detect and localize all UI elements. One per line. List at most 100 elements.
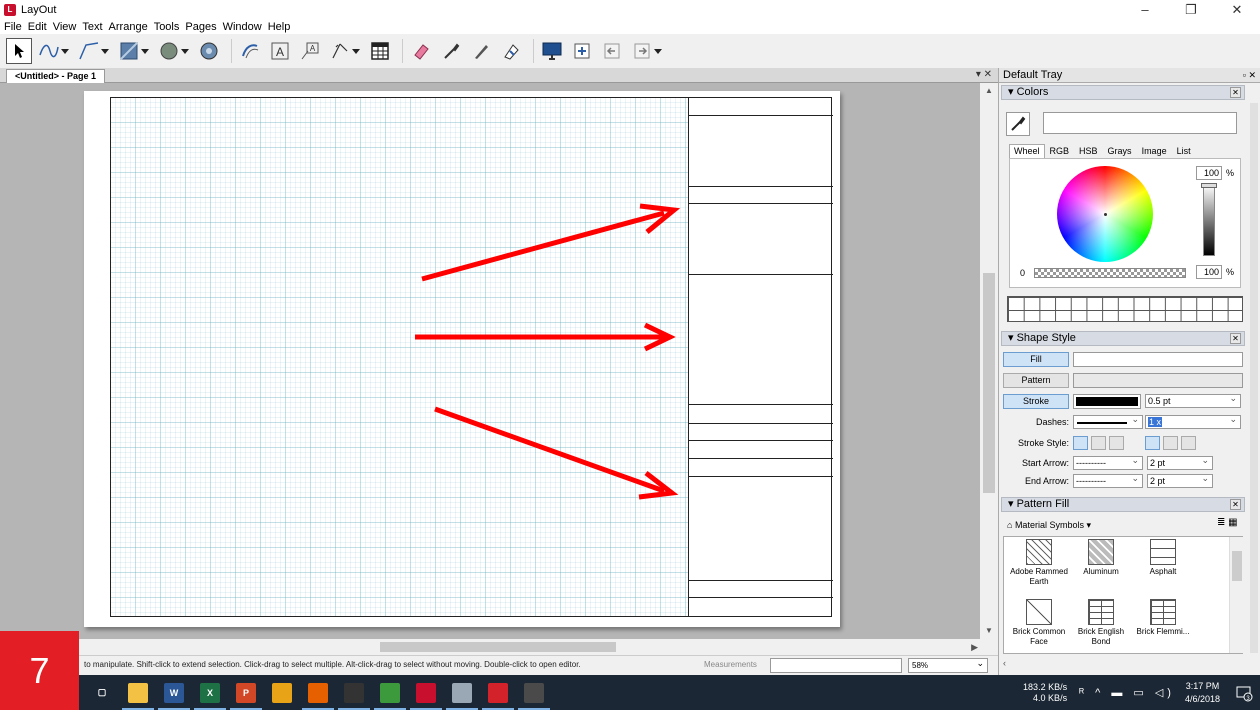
- tab-grays[interactable]: Grays: [1103, 144, 1137, 158]
- pattern-toggle-button[interactable]: Pattern: [1003, 373, 1069, 388]
- end-arrow-size-select[interactable]: 2 pt: [1147, 472, 1213, 488]
- layout-icon[interactable]: [410, 682, 442, 710]
- menu-edit[interactable]: Edit: [28, 21, 47, 33]
- notification-center-icon[interactable]: 3: [1234, 683, 1254, 703]
- select-tool-button[interactable]: [6, 38, 32, 64]
- close-icon[interactable]: ✕: [1230, 333, 1241, 344]
- label-tool-button[interactable]: A: [297, 38, 323, 64]
- round-join-button[interactable]: [1091, 436, 1106, 450]
- miter-join-button[interactable]: [1073, 436, 1088, 450]
- task-view-icon[interactable]: ▢: [92, 682, 112, 703]
- brightness-slider-knob[interactable]: [1201, 183, 1217, 188]
- minimize-button[interactable]: –: [1122, 0, 1168, 19]
- maximize-button[interactable]: ❐: [1168, 0, 1214, 19]
- tab-hsb[interactable]: HSB: [1074, 144, 1103, 158]
- shape-style-panel-header[interactable]: ▾ Shape Style ✕: [1001, 331, 1245, 346]
- measurements-input[interactable]: [770, 658, 902, 673]
- app-char-icon[interactable]: [518, 682, 550, 710]
- color-eyedropper-button[interactable]: [1006, 112, 1030, 136]
- tab-list[interactable]: List: [1172, 144, 1196, 158]
- pattern-scroll-thumb[interactable]: [1232, 551, 1242, 581]
- clock[interactable]: 3:17 PM 4/6/2018: [1185, 680, 1220, 706]
- word-icon[interactable]: W: [158, 682, 190, 710]
- stroke-width-select[interactable]: 0.5 pt: [1145, 392, 1241, 408]
- excel-icon[interactable]: X: [194, 682, 226, 710]
- pattern-item[interactable]: Aluminum: [1070, 539, 1132, 577]
- presentation-button[interactable]: [539, 38, 565, 64]
- rectangle-tool-button[interactable]: [116, 38, 149, 64]
- pattern-item[interactable]: Brick English Bond: [1070, 599, 1132, 647]
- color-wheel-marker[interactable]: [1104, 213, 1107, 216]
- fill-toggle-button[interactable]: Fill: [1003, 352, 1069, 367]
- style-tool-button[interactable]: [438, 38, 464, 64]
- start-arrow-style-select[interactable]: ----------: [1073, 454, 1143, 470]
- pattern-item[interactable]: Adobe Rammed Earth: [1008, 539, 1070, 587]
- scroll-up-icon[interactable]: ▲: [980, 83, 998, 99]
- pattern-fill-panel-header[interactable]: ▾ Pattern Fill ✕: [1001, 497, 1245, 512]
- table-tool-button[interactable]: [367, 38, 393, 64]
- vertical-scroll-thumb[interactable]: [983, 273, 995, 493]
- pattern-scrollbar[interactable]: [1229, 537, 1243, 653]
- close-button[interactable]: ✕: [1214, 0, 1260, 19]
- flat-cap-button[interactable]: [1145, 436, 1160, 450]
- tab-image[interactable]: Image: [1137, 144, 1172, 158]
- line-tool-button[interactable]: [76, 38, 109, 64]
- pattern-item[interactable]: Asphalt: [1132, 539, 1194, 577]
- app-black-icon[interactable]: [338, 682, 370, 710]
- zoom-select[interactable]: 58%: [908, 657, 988, 673]
- add-page-button[interactable]: [569, 38, 595, 64]
- join-tool-button[interactable]: [498, 38, 524, 64]
- bevel-join-button[interactable]: [1109, 436, 1124, 450]
- menu-arrange[interactable]: Arrange: [109, 21, 148, 33]
- pattern-item[interactable]: Brick Flemmi...: [1132, 599, 1194, 637]
- scroll-right-icon[interactable]: ▶: [971, 639, 978, 655]
- stroke-color-well[interactable]: [1073, 394, 1141, 409]
- next-page-button[interactable]: [629, 38, 662, 64]
- color-swatch-grid[interactable]: [1007, 296, 1243, 322]
- fill-color-well[interactable]: [1073, 352, 1243, 367]
- pattern-well[interactable]: [1073, 373, 1243, 388]
- tray-controls[interactable]: ▫ ✕: [1243, 68, 1256, 82]
- dimension-tool-button[interactable]: [327, 38, 360, 64]
- close-icon[interactable]: ✕: [1230, 87, 1241, 98]
- menu-help[interactable]: Help: [268, 21, 291, 33]
- firefox-icon[interactable]: [302, 682, 334, 710]
- active-color-swatch[interactable]: [1043, 112, 1237, 134]
- colors-panel-header[interactable]: ▾ Colors ✕: [1001, 85, 1245, 100]
- file-explorer-icon[interactable]: [122, 682, 154, 710]
- text-tool-button[interactable]: A: [267, 38, 293, 64]
- pattern-view-toggles[interactable]: ≣ ▦: [1217, 517, 1238, 528]
- split-tool-button[interactable]: [468, 38, 494, 64]
- tray-icons[interactable]: ᴿ ^ ▬ ▭ ◁): [1079, 686, 1175, 699]
- polygon-tool-button[interactable]: [196, 38, 222, 64]
- app-green-icon[interactable]: [374, 682, 406, 710]
- tray-horizontal-scroll[interactable]: ‹: [1003, 658, 1243, 672]
- dashes-select[interactable]: [1073, 413, 1143, 429]
- pattern-library-select[interactable]: ⌂ Material Symbols ▾: [1007, 520, 1091, 531]
- chrome-icon[interactable]: [272, 682, 292, 703]
- menu-window[interactable]: Window: [223, 21, 262, 33]
- brightness-slider[interactable]: [1203, 184, 1215, 256]
- brightness-value-input[interactable]: 100: [1196, 166, 1222, 180]
- square-cap-button[interactable]: [1181, 436, 1196, 450]
- circle-tool-button[interactable]: [156, 38, 189, 64]
- menu-text[interactable]: Text: [82, 21, 102, 33]
- opacity-value-input[interactable]: 100: [1196, 265, 1222, 279]
- menu-tools[interactable]: Tools: [154, 21, 180, 33]
- scroll-down-icon[interactable]: ▼: [980, 623, 998, 639]
- previous-page-button[interactable]: [599, 38, 625, 64]
- close-icon[interactable]: ✕: [1230, 499, 1241, 510]
- app-gray-icon[interactable]: [446, 682, 478, 710]
- drawing-canvas[interactable]: [0, 83, 980, 639]
- sketchup-icon[interactable]: [482, 682, 514, 710]
- canvas-horizontal-scrollbar[interactable]: ▶: [0, 639, 998, 655]
- menu-pages[interactable]: Pages: [185, 21, 216, 33]
- freehand-tool-button[interactable]: [36, 38, 69, 64]
- tray-scrollbar[interactable]: [1248, 83, 1260, 675]
- menu-view[interactable]: View: [53, 21, 77, 33]
- tab-wheel[interactable]: Wheel: [1009, 144, 1045, 158]
- pattern-item[interactable]: Brick Common Face: [1008, 599, 1070, 647]
- eraser-tool-button[interactable]: [408, 38, 434, 64]
- end-arrow-style-select[interactable]: ----------: [1073, 472, 1143, 488]
- canvas-vertical-scrollbar[interactable]: ▲ ▼: [980, 83, 998, 639]
